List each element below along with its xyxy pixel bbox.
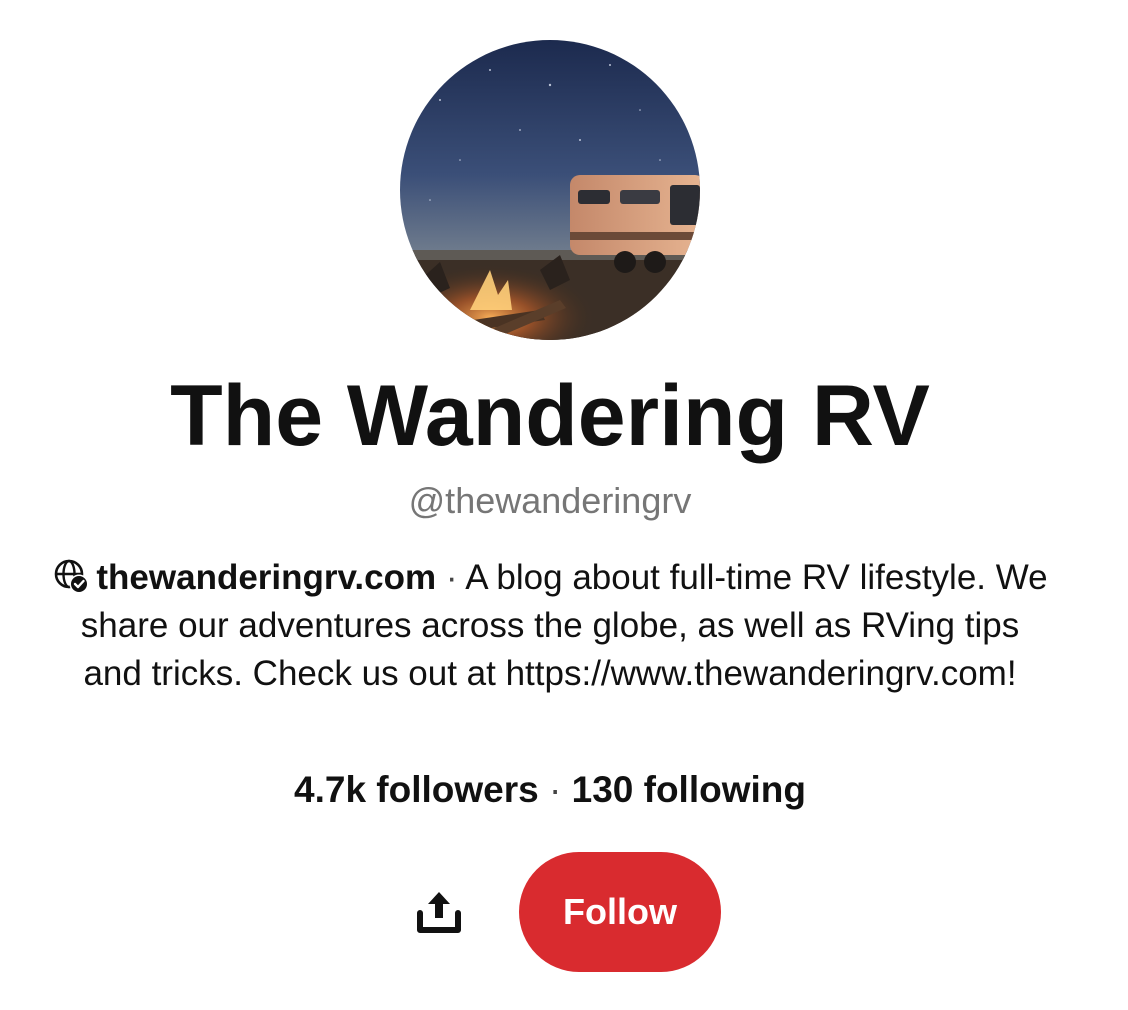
profile-about: thewanderingrv.com · A blog about full-t… bbox=[50, 554, 1050, 698]
profile-stats: 4.7k followers · 130 following bbox=[0, 766, 1100, 814]
profile-handle: @thewanderingrv bbox=[408, 480, 692, 521]
profile-display-name: The Wandering RV bbox=[170, 368, 930, 464]
following-count[interactable]: 130 following bbox=[572, 769, 806, 810]
avatar-photo-image bbox=[400, 40, 700, 340]
followers-count[interactable]: 4.7k followers bbox=[294, 769, 539, 810]
verified-globe-icon bbox=[52, 557, 90, 595]
profile-actions: Follow bbox=[0, 852, 1128, 972]
profile-avatar[interactable] bbox=[400, 40, 700, 340]
share-icon bbox=[417, 892, 461, 933]
stats-separator: · bbox=[538, 769, 572, 810]
share-button[interactable] bbox=[408, 880, 470, 942]
profile-header: The Wandering RV @thewanderingrv thewand… bbox=[0, 0, 1128, 1010]
bio-separator: · bbox=[436, 558, 466, 597]
follow-button[interactable]: Follow bbox=[519, 852, 721, 972]
website-link[interactable]: thewanderingrv.com bbox=[96, 558, 436, 597]
